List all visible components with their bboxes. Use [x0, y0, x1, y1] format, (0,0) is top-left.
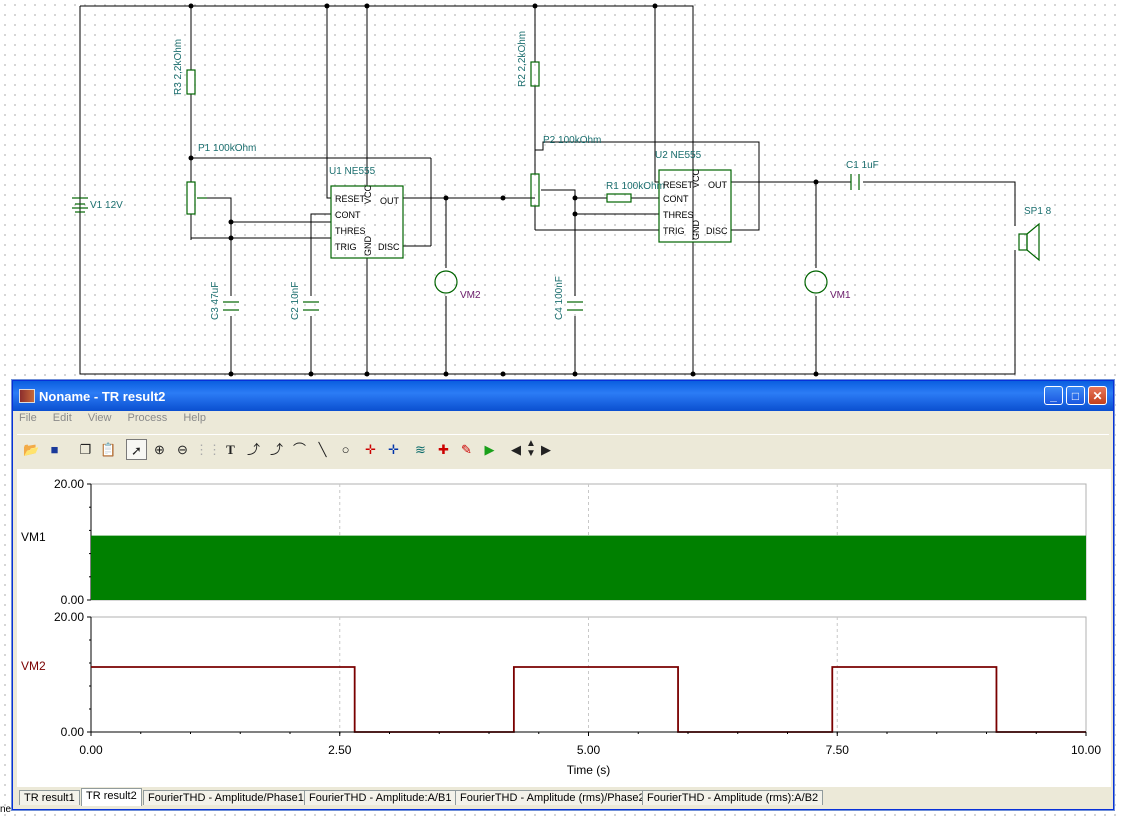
menu-view[interactable]: View: [88, 412, 112, 424]
tab-fourier-amp-phase1[interactable]: FourierTHD - Amplitude/Phase1: [143, 790, 309, 805]
close-button[interactable]: ✕: [1088, 386, 1107, 405]
u1-pin-vcc: VCC: [363, 184, 373, 204]
sp1-label: SP1 8: [1024, 206, 1052, 217]
vm1-series-fill: [91, 535, 1086, 600]
save-icon[interactable]: ■: [44, 439, 65, 460]
menu-edit[interactable]: Edit: [53, 412, 72, 424]
vm1-axis-label: VM1: [21, 530, 46, 544]
title-bar[interactable]: Noname - TR result2 _ □ ✕: [13, 381, 1113, 411]
waveform-plots[interactable]: 20.00 0.00 20.00 0.00 0.00 2.50 5.00 7.50 10.00 T…: [17, 469, 1111, 787]
menu-bar: File Edit View Process Help: [17, 412, 217, 430]
u1-pin-thres: THRES: [335, 226, 366, 236]
copy-icon[interactable]: ❐: [75, 439, 96, 460]
u1-pin-reset: RESET: [335, 194, 366, 204]
trace-icon[interactable]: ⌒: [289, 439, 310, 460]
open-icon[interactable]: 📂: [21, 439, 42, 460]
waveform-icon[interactable]: ≋: [410, 439, 431, 460]
plot-area[interactable]: VM1 VM2 20.00 0.00 20.00 0.00 0.00 2.50 5.00 7.…: [17, 469, 1111, 787]
r2-label: R2 2,2kOhm: [517, 31, 528, 87]
u2-label: U2 NE555: [655, 150, 702, 161]
x-tick-label: 7.50: [826, 743, 850, 757]
cursor-b-icon[interactable]: ✛: [383, 439, 404, 460]
run-icon[interactable]: ▶: [479, 439, 500, 460]
p2-label: P2 100kOhm: [543, 135, 601, 146]
y-tick-label: 0.00: [61, 725, 85, 739]
x-tick-label: 2.50: [328, 743, 352, 757]
c3-label: C3 47uF: [210, 282, 221, 320]
junction-dots: [188, 3, 819, 377]
tab-fourier-rms-ab2[interactable]: FourierTHD - Amplitude (rms):A/B2: [642, 790, 824, 805]
menu-file[interactable]: File: [19, 412, 37, 424]
vm2-series-line: [91, 666, 1086, 733]
u2-pin-trig: TRIG: [663, 226, 685, 236]
arrow-updown-icon[interactable]: ▲ ▼: [523, 439, 539, 460]
y-tick-label: 0.00: [61, 593, 85, 607]
tab-tr-result1[interactable]: TR result1: [19, 790, 80, 805]
u2-pin-cont: CONT: [663, 194, 689, 204]
add-marker-icon[interactable]: ✚: [433, 439, 454, 460]
u2-pin-out: OUT: [708, 180, 728, 190]
zoom-out-icon[interactable]: ⊖: [172, 439, 193, 460]
status-text: ne: [0, 804, 12, 815]
minimize-button[interactable]: _: [1044, 386, 1063, 405]
tab-fourier-rms-phase2[interactable]: FourierTHD - Amplitude (rms)/Phase2: [455, 790, 650, 805]
r1-label: R1 100kOhm: [606, 181, 665, 192]
circle-icon[interactable]: ○: [335, 439, 356, 460]
y-tick-label: 20.00: [54, 610, 84, 624]
result-tabs: TR result1 TR result2 FourierTHD - Ampli…: [19, 788, 1107, 807]
menu-process[interactable]: Process: [128, 412, 168, 424]
u2-pin-disc: DISC: [706, 226, 728, 236]
u1-pin-out: OUT: [380, 196, 400, 206]
vm1-label: VM1: [830, 290, 851, 301]
arrow-left-icon[interactable]: ◀: [509, 439, 523, 460]
u1-label: U1 NE555: [329, 166, 376, 177]
x-axis-title: Time (s): [567, 763, 611, 777]
u1-pin-trig: TRIG: [335, 242, 357, 252]
maximize-button[interactable]: □: [1066, 386, 1085, 405]
u2-pin-reset: RESET: [663, 180, 694, 190]
y-tick-label: 20.00: [54, 477, 84, 491]
r3-label: R3 2,2kOhm: [173, 39, 184, 95]
menu-help[interactable]: Help: [183, 412, 206, 424]
vm2-axis-label: VM2: [21, 659, 46, 673]
u1-pin-disc: DISC: [378, 242, 400, 252]
v1-label: V1 12V: [90, 200, 123, 211]
u2-pin-thres: THRES: [663, 210, 694, 220]
curve-label-icon[interactable]: ⤴: [243, 439, 264, 460]
cursor-a-icon[interactable]: ✛: [360, 439, 381, 460]
u1-pin-cont: CONT: [335, 210, 361, 220]
x-tick-label: 0.00: [79, 743, 103, 757]
components: [72, 61, 1040, 311]
grid-icon[interactable]: ⋮⋮: [195, 439, 221, 460]
arrow-right-icon[interactable]: ▶: [539, 439, 553, 460]
text-icon[interactable]: T: [220, 439, 241, 460]
c2-label: C2 10nF: [290, 282, 301, 320]
c1-label: C1 1uF: [846, 160, 879, 171]
paste-icon[interactable]: 📋: [98, 439, 119, 460]
pointer-icon[interactable]: ➚: [126, 439, 147, 460]
vm2-label: VM2: [460, 290, 481, 301]
c4-label: C4 100nF: [554, 276, 565, 320]
tab-tr-result2[interactable]: TR result2: [81, 788, 142, 806]
u1-pin-gnd: GND: [363, 236, 373, 257]
x-tick-label: 10.00: [1071, 743, 1101, 757]
app-icon: [19, 389, 35, 403]
p1-label: P1 100kOhm: [198, 143, 256, 154]
zoom-in-icon[interactable]: ⊕: [149, 439, 170, 460]
u2-pin-gnd: GND: [691, 220, 701, 241]
curve-label2-icon[interactable]: ⤴: [266, 439, 287, 460]
tab-fourier-amp-ab1[interactable]: FourierTHD - Amplitude:A/B1: [304, 790, 457, 805]
circuit-schematic[interactable]: V1 12V R3 2,2kOhm P1 100kOhm C3 47uF C2 …: [0, 0, 1122, 380]
line-icon[interactable]: ╲: [312, 439, 333, 460]
toolbar: 📂 ■ ❐ 📋 ➚ ⊕ ⊖ ⋮⋮ T ⤴ ⤴ ⌒ ╲ ○ ✛ ✛ ≋ ✚ ✎ ▶…: [17, 434, 1109, 463]
x-tick-label: 5.00: [577, 743, 601, 757]
probe-icon[interactable]: ✎: [456, 439, 477, 460]
u2-pin-vcc: VCC: [691, 168, 701, 188]
tr-result-window[interactable]: Noname - TR result2 _ □ ✕ File Edit View…: [12, 380, 1114, 810]
window-title: Noname - TR result2: [39, 389, 166, 404]
